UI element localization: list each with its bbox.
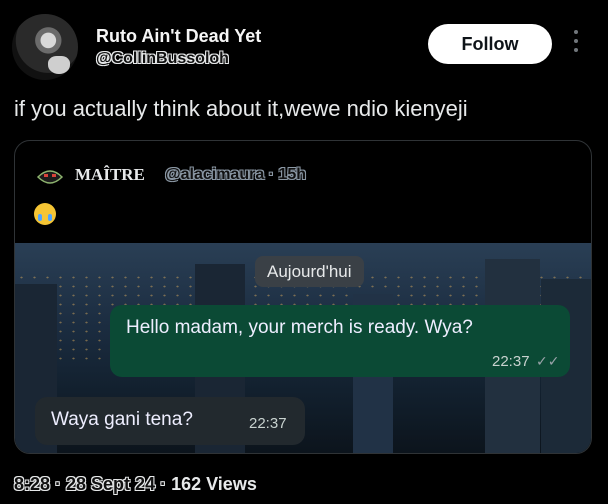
views-count[interactable]: 162: [171, 474, 201, 494]
quoted-author-avatar[interactable]: [35, 165, 65, 189]
outgoing-message-time: 22:37: [492, 353, 530, 370]
incoming-message-time: 22:37: [249, 415, 287, 432]
outgoing-message-text: Hello madam, your merch is ready. Wya?: [126, 317, 473, 338]
quoted-author-name[interactable]: MAÎTRE: [75, 165, 145, 185]
tweet-text: if you actually think about it,wewe ndio…: [14, 96, 468, 121]
quoted-tweet[interactable]: MAÎTRE @alacimaura · 15h Aujourd'hui Hel…: [14, 140, 592, 454]
double-check-icon: ✓✓: [536, 353, 560, 369]
avatar-hand-shape: [48, 56, 70, 74]
outgoing-message-bubble: Hello madam, your merch is ready. Wya? 2…: [110, 305, 570, 377]
date-pill: Aujourd'hui: [255, 256, 364, 287]
crying-face-emoji: [34, 203, 56, 225]
incoming-message-bubble: Waya gani tena? 22:37: [35, 397, 305, 445]
author-handle[interactable]: @CollinBussoloh: [96, 50, 229, 68]
author-name[interactable]: Ruto Ain't Dead Yet: [96, 26, 261, 47]
more-options-icon[interactable]: [572, 30, 580, 58]
tweet-footer: 8:28 · 28 Sept 24 · 162 Views: [14, 474, 257, 495]
quoted-meta: @alacimaura · 15h: [165, 166, 306, 183]
author-avatar[interactable]: [12, 14, 78, 80]
views-label: Views: [201, 474, 257, 494]
chat-screenshot-image[interactable]: Aujourd'hui Hello madam, your merch is r…: [15, 243, 591, 453]
timestamp[interactable]: 8:28 · 28 Sept 24 ·: [14, 474, 171, 494]
incoming-message-text: Waya gani tena?: [51, 409, 193, 430]
follow-button[interactable]: Follow: [428, 24, 552, 64]
